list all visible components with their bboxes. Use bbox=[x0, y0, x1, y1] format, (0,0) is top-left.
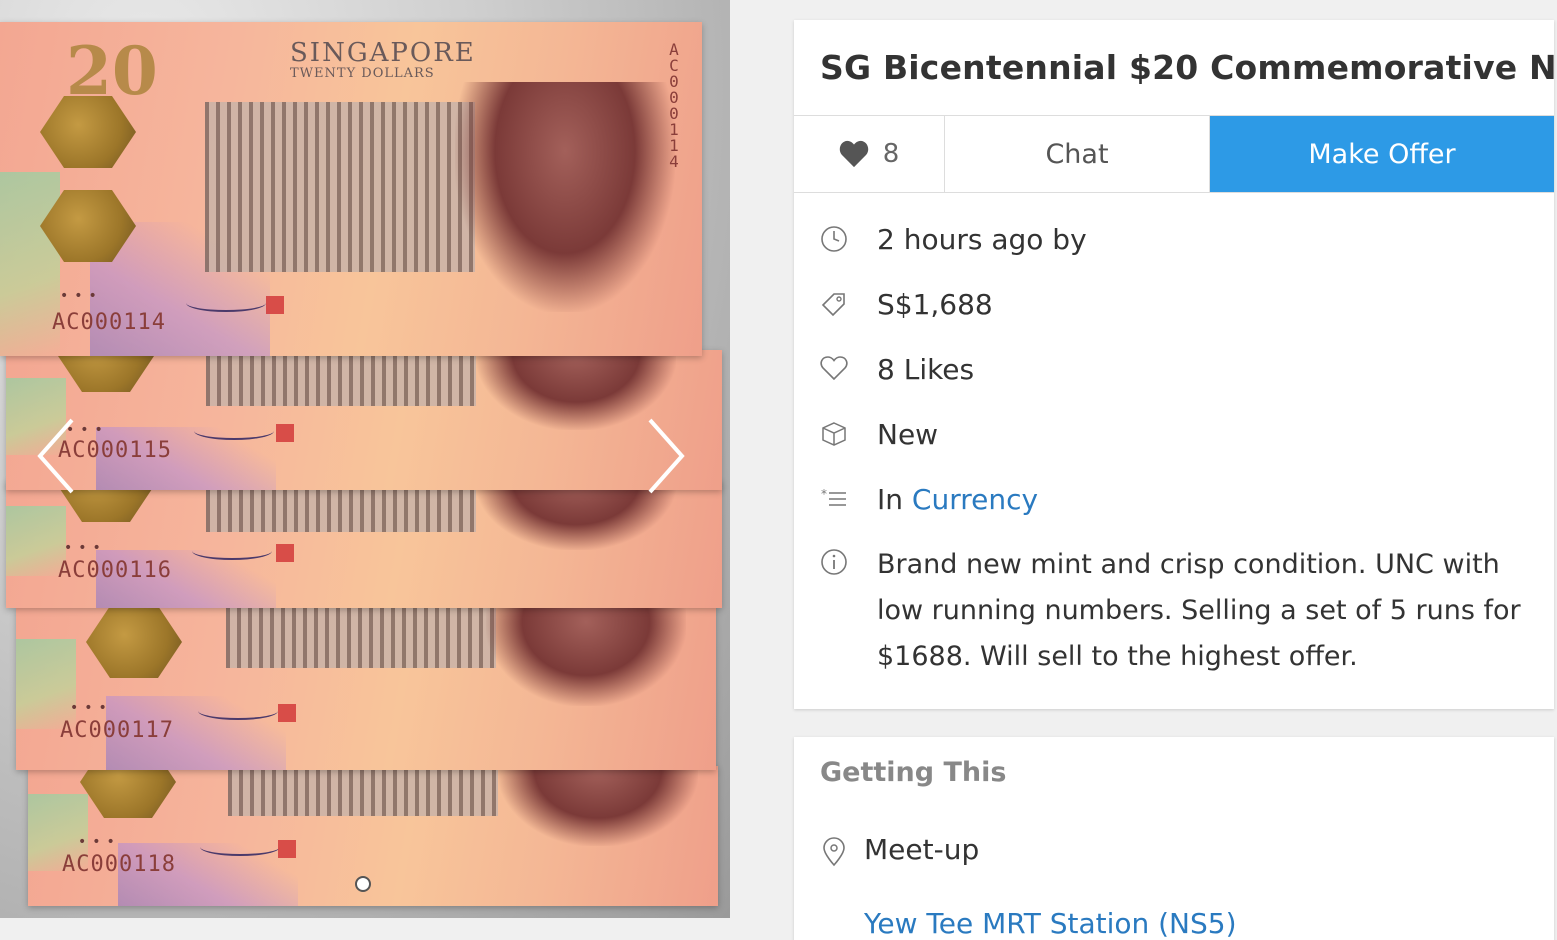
carousel-prev-button[interactable] bbox=[36, 416, 76, 496]
likes-row: 8 Likes bbox=[820, 353, 974, 386]
info-icon bbox=[820, 548, 850, 578]
carousel-indicator-dot[interactable] bbox=[355, 876, 371, 892]
serial-number: AC000114 bbox=[52, 310, 166, 335]
action-bar: 8 Chat Make Offer bbox=[794, 115, 1554, 193]
serial-number: AC000116 bbox=[58, 558, 172, 583]
likes-text[interactable]: 8 Likes bbox=[877, 353, 974, 386]
condition: New bbox=[877, 418, 939, 451]
price: S$1,688 bbox=[877, 288, 993, 321]
category-row: * In Currency bbox=[820, 483, 1038, 516]
condition-row: New bbox=[820, 418, 938, 451]
category-link[interactable]: Currency bbox=[912, 483, 1038, 516]
meetup-location-link[interactable]: Yew Tee MRT Station (NS5) bbox=[864, 907, 1237, 940]
banknote-image: ••• AC000115 bbox=[6, 350, 722, 490]
chevron-left-icon bbox=[37, 418, 74, 494]
price-tag-icon bbox=[820, 290, 850, 320]
heart-outline-icon bbox=[820, 355, 850, 385]
photo-carousel[interactable]: ••• AC000118 ••• AC000117 ••• AC000116 •… bbox=[0, 0, 730, 918]
serial-number: AC000118 bbox=[62, 852, 176, 877]
make-offer-button[interactable]: Make Offer bbox=[1210, 116, 1554, 192]
getting-this-card: Getting This Meet-up Yew Tee MRT Station… bbox=[794, 737, 1554, 940]
delivery-method: Meet-up bbox=[864, 833, 980, 866]
note-denomination: 20 bbox=[66, 32, 158, 110]
chat-button[interactable]: Chat bbox=[945, 116, 1210, 192]
category-text: In Currency bbox=[877, 483, 1038, 516]
getting-this-title: Getting This bbox=[820, 757, 1007, 788]
location-pin-icon bbox=[820, 837, 848, 867]
serial-number: AC000117 bbox=[60, 718, 174, 743]
note-country: SINGAPORE bbox=[290, 38, 476, 68]
listing-title: SG Bicentennial $20 Commemorative Note bbox=[820, 48, 1557, 87]
listing-card: SG Bicentennial $20 Commemorative Note 8… bbox=[794, 20, 1557, 709]
category-prefix: In bbox=[877, 483, 904, 516]
category-list-icon: * bbox=[820, 485, 850, 515]
banknote-image: ••• AC000116 bbox=[6, 480, 722, 608]
listing-description: Brand new mint and crisp condition. UNC … bbox=[877, 549, 1521, 672]
posted-time: 2 hours ago by bbox=[877, 223, 1087, 256]
note-vertical-serial: AC000114 bbox=[669, 40, 679, 171]
description-row bbox=[820, 546, 850, 578]
chevron-right-icon bbox=[648, 418, 685, 494]
banknote-image: ••• AC000118 bbox=[28, 766, 718, 906]
note-value-words: TWENTY DOLLARS bbox=[290, 66, 435, 81]
banknote-image: ••• AC000117 bbox=[16, 606, 716, 770]
posted-row: 2 hours ago by bbox=[820, 223, 1087, 256]
like-count: 8 bbox=[882, 139, 900, 169]
heart-icon bbox=[839, 140, 868, 168]
carousel-next-button[interactable] bbox=[646, 416, 686, 496]
price-row: S$1,688 bbox=[820, 288, 993, 321]
svg-text:*: * bbox=[821, 487, 827, 501]
clock-icon bbox=[820, 225, 850, 255]
like-button[interactable]: 8 bbox=[794, 116, 945, 192]
box-icon bbox=[820, 420, 850, 450]
